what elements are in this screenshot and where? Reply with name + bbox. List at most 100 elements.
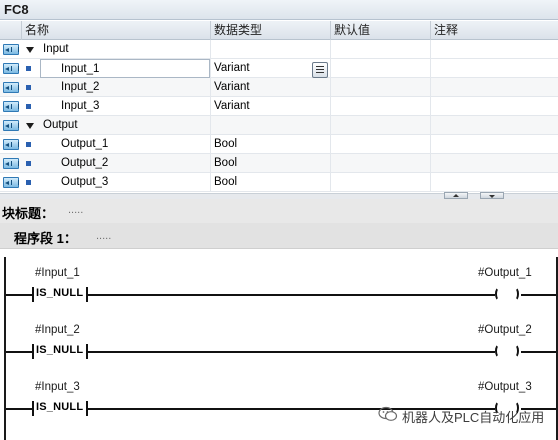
row-datatype: [210, 40, 330, 59]
contact-left-bar: [32, 287, 34, 302]
row-default[interactable]: [330, 135, 430, 154]
row-datatype[interactable]: Variant: [210, 78, 330, 97]
datatype-browse-button[interactable]: [312, 62, 328, 78]
row-default[interactable]: [330, 78, 430, 97]
table-row-input-section[interactable]: Input: [0, 40, 558, 59]
interface-param-icon: [3, 177, 19, 188]
interface-param-icon: [3, 101, 19, 112]
interface-param-icon: [3, 44, 19, 55]
column-header-datatype[interactable]: 数据类型: [210, 21, 330, 40]
coil-right[interactable]: [511, 344, 519, 358]
element-marker-icon: [26, 66, 31, 71]
contact-operand[interactable]: #Input_1: [35, 267, 80, 279]
arrow-down-icon: [489, 195, 495, 198]
interface-param-icon: [3, 82, 19, 93]
is-null-contact[interactable]: IS_NULL: [36, 287, 83, 299]
element-marker-icon: [26, 142, 31, 147]
column-header-name[interactable]: 名称: [21, 21, 210, 40]
column-header-default[interactable]: 默认值: [330, 21, 430, 40]
row-default[interactable]: [330, 173, 430, 192]
header-icon-column: [0, 21, 21, 40]
element-marker-icon: [26, 180, 31, 185]
contact-left-bar: [32, 401, 34, 416]
row-datatype[interactable]: Bool: [210, 135, 330, 154]
table-row-input-1[interactable]: Input_1 Variant: [0, 59, 558, 78]
row-default[interactable]: [330, 154, 430, 173]
row-default[interactable]: [330, 59, 430, 78]
block-title-label: 块标题：: [2, 206, 55, 221]
rung-wire: [6, 408, 32, 410]
row-name[interactable]: Input_2: [40, 78, 210, 97]
collapse-triangle-icon[interactable]: [26, 47, 34, 53]
row-name-edit[interactable]: Input_1: [40, 59, 210, 78]
table-row-output-1[interactable]: Output_1 Bool: [0, 135, 558, 154]
column-header-comment[interactable]: 注释: [430, 21, 558, 40]
row-name[interactable]: Output_3: [40, 173, 210, 192]
block-title-bar[interactable]: 块标题： .....: [0, 199, 558, 223]
interface-table: 名称 数据类型 默认值 注释 Input Input_1 Variant Inp…: [0, 21, 558, 193]
rung-wire: [6, 351, 32, 353]
row-comment[interactable]: [430, 135, 558, 154]
table-row-output-3[interactable]: Output_3 Bool: [0, 173, 558, 192]
block-header: FC8: [0, 0, 558, 20]
element-marker-icon: [26, 161, 31, 166]
row-datatype[interactable]: Bool: [210, 154, 330, 173]
row-comment: [430, 40, 558, 59]
splitter-up-button[interactable]: [444, 192, 468, 199]
table-row-input-2[interactable]: Input_2 Variant: [0, 78, 558, 97]
coil-left[interactable]: [495, 344, 503, 358]
rung-wire: [521, 294, 556, 296]
row-comment: [430, 116, 558, 135]
row-datatype[interactable]: Variant: [210, 97, 330, 116]
interface-param-icon: [3, 63, 19, 74]
interface-param-icon: [3, 158, 19, 169]
coil-operand[interactable]: #Output_3: [478, 381, 532, 393]
table-row-output-section[interactable]: Output: [0, 116, 558, 135]
arrow-up-icon: [453, 194, 459, 197]
row-default: [330, 40, 430, 59]
row-name[interactable]: Output_2: [40, 154, 210, 173]
row-name[interactable]: Input_3: [40, 97, 210, 116]
table-row-output-2[interactable]: Output_2 Bool: [0, 154, 558, 173]
rung-wire: [6, 294, 32, 296]
block-title-comment[interactable]: .....: [68, 204, 83, 216]
row-name[interactable]: Output_1: [40, 135, 210, 154]
coil-right[interactable]: [511, 287, 519, 301]
row-datatype: [210, 116, 330, 135]
coil-operand[interactable]: #Output_1: [478, 267, 532, 279]
row-comment[interactable]: [430, 154, 558, 173]
row-default: [330, 116, 430, 135]
row-comment[interactable]: [430, 173, 558, 192]
row-comment[interactable]: [430, 97, 558, 116]
contact-operand[interactable]: #Input_3: [35, 381, 80, 393]
element-marker-icon: [26, 104, 31, 109]
block-name: FC8: [4, 2, 29, 17]
row-comment[interactable]: [430, 59, 558, 78]
table-row-input-3[interactable]: Input_3 Variant: [0, 97, 558, 116]
is-null-contact[interactable]: IS_NULL: [36, 344, 83, 356]
row-default[interactable]: [330, 97, 430, 116]
element-marker-icon: [26, 85, 31, 90]
network-title: 程序段 1：: [14, 231, 77, 246]
interface-param-icon: [3, 139, 19, 150]
row-name: Input: [43, 43, 69, 55]
network-comment[interactable]: .....: [96, 230, 111, 242]
contact-operand[interactable]: #Input_2: [35, 324, 80, 336]
row-datatype[interactable]: Bool: [210, 173, 330, 192]
power-rail-left: [4, 257, 6, 440]
network-header[interactable]: 程序段 1： .....: [0, 223, 558, 249]
interface-param-icon: [3, 120, 19, 131]
coil-left[interactable]: [495, 287, 503, 301]
watermark-text: 机器人及PLC自动化应用: [402, 410, 545, 425]
is-null-contact[interactable]: IS_NULL: [36, 401, 83, 413]
coil-operand[interactable]: #Output_2: [478, 324, 532, 336]
wechat-icon: [378, 406, 398, 421]
contact-left-bar: [32, 344, 34, 359]
rung-wire: [88, 294, 495, 296]
row-comment[interactable]: [430, 78, 558, 97]
row-name: Output: [43, 119, 78, 131]
rung-wire: [521, 351, 556, 353]
collapse-triangle-icon[interactable]: [26, 123, 34, 129]
splitter-down-button[interactable]: [480, 192, 504, 199]
rung-wire: [88, 351, 495, 353]
